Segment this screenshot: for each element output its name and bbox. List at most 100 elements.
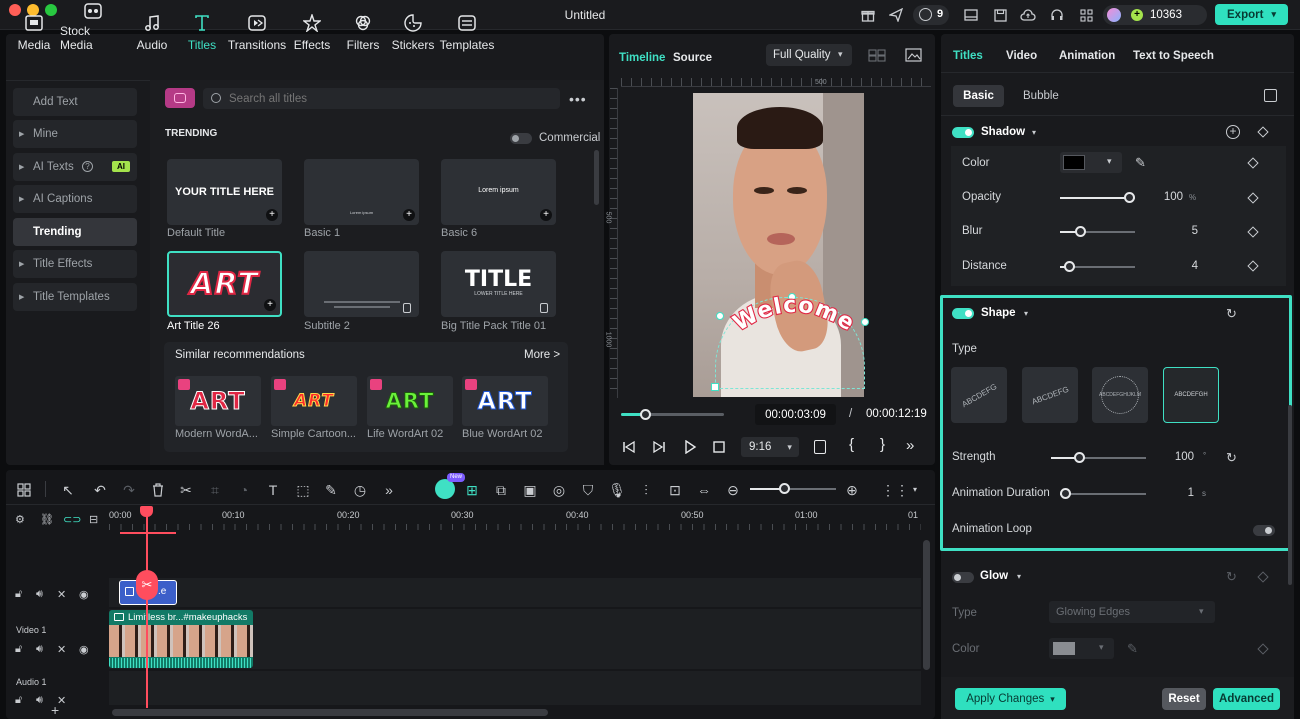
select-tool-icon[interactable]: ↖ bbox=[59, 481, 77, 499]
reset-button[interactable]: Reset bbox=[1162, 688, 1206, 710]
fullscreen-icon[interactable] bbox=[814, 440, 826, 454]
glow-toggle[interactable] bbox=[952, 572, 974, 583]
grid-view-icon[interactable] bbox=[868, 49, 886, 62]
mute-icon[interactable]: ✕ bbox=[57, 588, 66, 601]
zoom-out-icon[interactable]: ⊖ bbox=[724, 481, 742, 499]
lock-icon[interactable]: 🔓︎ bbox=[15, 694, 22, 707]
shadow-color-picker[interactable]: ▾ bbox=[1060, 152, 1122, 173]
apply-changes-button[interactable]: Apply Changes ▾ bbox=[955, 688, 1066, 710]
volume-icon[interactable]: 🔊︎ bbox=[36, 694, 43, 707]
properties-scrollbar[interactable] bbox=[1288, 405, 1292, 585]
split-scissors-icon[interactable]: ✂ bbox=[177, 481, 195, 499]
tab-titles[interactable]: Titles bbox=[184, 6, 220, 52]
account-credits[interactable]: + 10363 bbox=[1103, 5, 1207, 25]
headset-icon[interactable] bbox=[1048, 6, 1066, 24]
subtab-bubble[interactable]: Bubble bbox=[1023, 90, 1059, 102]
tab-titles-properties[interactable]: Titles bbox=[953, 50, 983, 62]
gift-icon[interactable] bbox=[859, 6, 877, 24]
timeline-horizontal-scrollbar[interactable] bbox=[112, 709, 548, 716]
playback-progress[interactable] bbox=[621, 409, 724, 420]
sidebar-item-trending[interactable]: Trending bbox=[13, 218, 137, 246]
quality-dropdown[interactable]: Full Quality ▾ bbox=[766, 44, 852, 66]
volume-icon[interactable]: 🔊︎ bbox=[36, 588, 43, 601]
save-preset-icon[interactable] bbox=[1264, 89, 1277, 102]
reset-icon[interactable]: ↻ bbox=[1226, 569, 1237, 585]
shape-type-option[interactable]: ABCDEFGHIJKLM bbox=[1092, 367, 1148, 423]
subtab-basic[interactable]: Basic bbox=[953, 85, 1004, 107]
drag-handle-icon[interactable]: ⋮⋮ bbox=[881, 481, 909, 499]
more-options-icon[interactable]: ••• bbox=[569, 91, 587, 107]
timeline-vertical-scrollbar[interactable] bbox=[923, 540, 930, 670]
sidebar-item-ai-captions[interactable]: ▶ AI Captions bbox=[13, 185, 137, 213]
caret-down-icon[interactable]: ▾ bbox=[1024, 309, 1028, 318]
title-card-basic-1[interactable]: Lorem ipsum + bbox=[304, 159, 419, 225]
chevron-down-icon[interactable]: ▾ bbox=[913, 485, 917, 494]
microphone-icon[interactable]: 🎙︎ bbox=[608, 481, 626, 499]
image-icon[interactable]: ▣ bbox=[521, 481, 539, 499]
search-input[interactable] bbox=[229, 90, 549, 107]
animation-duration-slider[interactable] bbox=[1060, 488, 1146, 499]
add-track-icon[interactable]: ⊟ bbox=[89, 513, 98, 526]
subtitle-icon[interactable]: ⊡ bbox=[666, 481, 684, 499]
color-picker-icon[interactable]: ✎ bbox=[322, 481, 340, 499]
recommendation-card[interactable]: ART bbox=[175, 376, 261, 426]
tab-text-to-speech[interactable]: Text to Speech bbox=[1133, 50, 1214, 62]
eye-icon[interactable]: ◉ bbox=[79, 588, 89, 601]
layout-grid-icon[interactable] bbox=[15, 481, 33, 499]
more-controls-icon[interactable]: » bbox=[906, 437, 915, 454]
glow-color-picker[interactable]: ▾ bbox=[1049, 638, 1114, 659]
tab-source[interactable]: Source bbox=[673, 52, 712, 64]
shape-toggle[interactable] bbox=[952, 308, 974, 319]
download-icon[interactable] bbox=[403, 303, 411, 313]
shadow-distance-slider[interactable] bbox=[1060, 261, 1135, 272]
tab-templates[interactable]: Templates bbox=[440, 6, 494, 52]
title-card-default[interactable]: YOUR TITLE HERE + bbox=[167, 159, 282, 225]
current-time[interactable]: 00:00:03:09 bbox=[755, 404, 836, 425]
mask-icon[interactable]: ⬚ bbox=[294, 481, 312, 499]
apps-grid-icon[interactable] bbox=[1077, 6, 1095, 24]
add-icon[interactable]: + bbox=[266, 209, 278, 221]
add-icon[interactable]: + bbox=[540, 209, 552, 221]
sidebar-item-title-effects[interactable]: ▶ Title Effects bbox=[13, 250, 137, 278]
mute-icon[interactable]: ✕ bbox=[57, 643, 66, 656]
shield-icon[interactable]: ⛉ bbox=[579, 481, 597, 499]
shape-type-option-selected[interactable]: ABCDEFGH bbox=[1163, 367, 1219, 423]
sidebar-item-ai-texts[interactable]: ▶ AI Texts ? AI bbox=[13, 153, 137, 181]
welcome-title-overlay[interactable]: Welcome bbox=[714, 282, 874, 352]
recommendation-card[interactable]: ART bbox=[462, 376, 548, 426]
more-link[interactable]: More > bbox=[524, 349, 560, 361]
title-card-basic-6[interactable]: Lorem ipsum + bbox=[441, 159, 556, 225]
text-tool-icon[interactable]: T bbox=[264, 481, 282, 499]
caret-down-icon[interactable]: ▾ bbox=[1017, 572, 1021, 581]
notifications-button[interactable]: 9 bbox=[913, 5, 949, 25]
settings-icon[interactable]: ⚙ bbox=[15, 513, 25, 526]
speed-icon[interactable]: ◔ bbox=[235, 481, 253, 499]
shape-type-option[interactable]: ABCDEFG bbox=[1022, 367, 1078, 423]
shape-type-option[interactable]: ABCDEFG bbox=[951, 367, 1007, 423]
motion-icon[interactable]: ◎ bbox=[550, 481, 568, 499]
sidebar-item-mine[interactable]: ▶ Mine bbox=[13, 120, 137, 148]
add-icon[interactable]: + bbox=[403, 209, 415, 221]
replace-icon[interactable]: ⧉ bbox=[492, 481, 510, 499]
delete-icon[interactable] bbox=[149, 481, 167, 499]
tab-effects[interactable]: Effects bbox=[293, 6, 331, 52]
tab-video[interactable]: Video bbox=[1006, 50, 1037, 62]
zoom-knob[interactable] bbox=[779, 483, 790, 494]
more-tools-icon[interactable]: » bbox=[380, 481, 398, 499]
playhead-handle[interactable] bbox=[140, 506, 153, 517]
save-icon[interactable] bbox=[991, 6, 1009, 24]
shadow-opacity-value[interactable]: 100 bbox=[1145, 191, 1183, 203]
magnet-icon[interactable]: ⊂⊃ bbox=[63, 513, 81, 526]
volume-icon[interactable]: 🔊︎ bbox=[36, 643, 43, 656]
undo-icon[interactable]: ↶ bbox=[91, 481, 109, 499]
mark-in-icon[interactable]: { bbox=[849, 436, 854, 453]
shadow-blur-slider[interactable] bbox=[1060, 226, 1135, 237]
split-marker-scissors-icon[interactable]: ✂ bbox=[136, 570, 158, 600]
help-icon[interactable]: ? bbox=[82, 161, 93, 172]
ai-mate-icon[interactable] bbox=[435, 479, 455, 499]
eyedropper-icon[interactable]: ✎ bbox=[1135, 155, 1146, 171]
timer-icon[interactable]: ◷ bbox=[351, 481, 369, 499]
glow-type-dropdown[interactable]: Glowing Edges ▾ bbox=[1049, 601, 1215, 623]
tab-filters[interactable]: Filters bbox=[344, 6, 382, 52]
reset-icon[interactable]: ↻ bbox=[1226, 306, 1237, 322]
